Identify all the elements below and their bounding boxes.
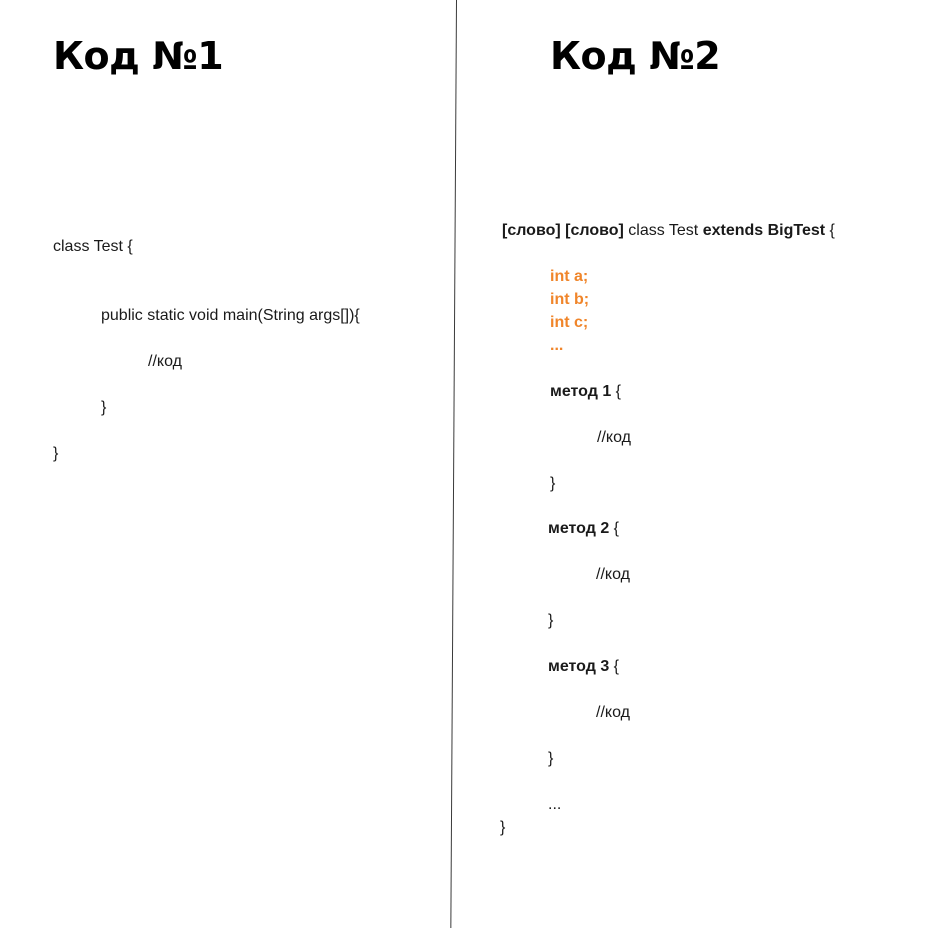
method-2-close-brace: } xyxy=(548,612,554,629)
modifier-1: [слово] xyxy=(502,222,561,239)
method-1-open-brace: { xyxy=(615,383,622,400)
field-c: int c; xyxy=(550,314,589,331)
field-a: int a; xyxy=(550,268,589,285)
code-2-title: Код №2 xyxy=(550,34,721,78)
code-1-title: Код №1 xyxy=(53,34,224,78)
main-method-declaration: public static void main(String args[]){ xyxy=(101,307,360,324)
method-3-close-brace: } xyxy=(548,750,554,767)
method-2-comment: //код xyxy=(596,566,630,583)
method-2-declaration: метод 2 { xyxy=(548,519,619,539)
field-b: int b; xyxy=(550,291,590,308)
method-close-brace: } xyxy=(101,399,107,416)
methods-ellipsis: ... xyxy=(548,796,562,813)
extends-keyword: extends BigTest xyxy=(702,222,826,239)
class-declaration-2: [слово] [слово] class Test extends BigTe… xyxy=(502,221,835,241)
open-brace: { xyxy=(829,222,835,239)
method-1-close-brace: } xyxy=(550,475,556,492)
fields-ellipsis: ... xyxy=(550,337,564,354)
method-2-open-brace: { xyxy=(613,520,620,537)
column-divider xyxy=(450,0,457,928)
class-declaration: class Test { xyxy=(53,238,133,255)
class-close-brace: } xyxy=(53,445,59,462)
class-keyword: class Test xyxy=(628,222,699,239)
code-comment: //код xyxy=(148,353,182,370)
method-3-open-brace: { xyxy=(613,658,620,675)
method-1-name: метод 1 xyxy=(550,383,612,400)
method-3-declaration: метод 3 { xyxy=(548,657,619,677)
method-3-name: метод 3 xyxy=(548,658,610,675)
method-1-comment: //код xyxy=(597,429,631,446)
method-3-comment: //код xyxy=(596,704,630,721)
method-2-name: метод 2 xyxy=(548,520,610,537)
class-close-brace-2: } xyxy=(500,819,506,836)
method-1-declaration: метод 1 { xyxy=(550,382,621,402)
modifier-2: [слово] xyxy=(565,222,624,239)
